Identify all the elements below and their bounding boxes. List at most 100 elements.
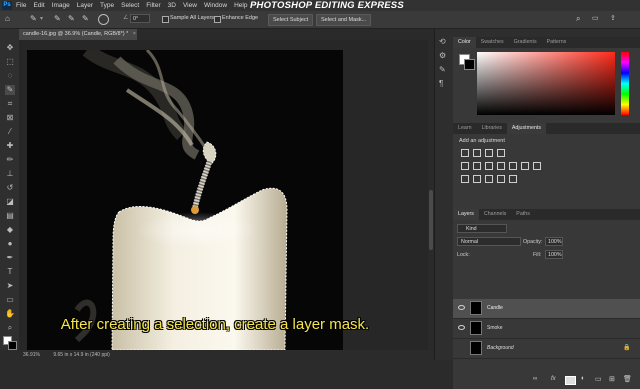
black-white-icon[interactable] — [497, 162, 505, 170]
fill-field[interactable]: 100% — [545, 250, 563, 259]
menu-image[interactable]: Image — [52, 2, 70, 9]
menu-select[interactable]: Select — [121, 2, 139, 9]
selective-color-icon[interactable] — [509, 175, 517, 183]
tab-color[interactable]: Color — [453, 37, 476, 48]
brush-settings-icon[interactable]: ✎ — [439, 65, 446, 74]
photo-filter-icon[interactable] — [509, 162, 517, 170]
background-swatch[interactable] — [464, 59, 475, 70]
tab-patterns[interactable]: Patterns — [542, 37, 572, 48]
blur-tool-icon[interactable]: ◆ — [5, 225, 15, 235]
gradient-map-icon[interactable] — [497, 175, 505, 183]
sample-all-layers-checkbox[interactable] — [162, 16, 169, 23]
exposure-icon[interactable] — [497, 149, 505, 157]
menu-filter[interactable]: Filter — [146, 2, 160, 9]
menu-view[interactable]: View — [183, 2, 197, 9]
eraser-tool-icon[interactable]: ◪ — [5, 197, 15, 207]
threshold-icon[interactable] — [485, 175, 493, 183]
add-to-selection-icon[interactable]: ✎ — [68, 14, 75, 23]
new-layer-icon[interactable]: ⊞ — [609, 375, 615, 383]
color-field[interactable] — [477, 52, 615, 115]
tab-channels[interactable]: Channels — [479, 209, 511, 220]
group-folder-icon[interactable]: ▭ — [595, 375, 602, 383]
blend-mode-select[interactable]: Normal — [457, 237, 521, 246]
menu-edit[interactable]: Edit — [33, 2, 44, 9]
tab-learn[interactable]: Learn — [453, 123, 477, 134]
layer-row-candle[interactable]: Candle — [453, 299, 640, 319]
vibrance-icon[interactable] — [461, 162, 469, 170]
link-layers-icon[interactable]: ∞ — [533, 376, 537, 382]
menu-window[interactable]: Window — [204, 2, 227, 9]
brush-size-icon[interactable] — [98, 14, 109, 25]
brush-tool-icon[interactable]: ✏ — [5, 155, 15, 165]
subtract-selection-icon[interactable]: ✎ — [82, 14, 89, 23]
paragraph-icon[interactable]: ¶ — [439, 79, 443, 88]
fx-button[interactable]: fx — [551, 376, 556, 382]
properties-icon[interactable]: ⚙ — [439, 51, 446, 60]
delete-layer-icon[interactable]: 🗑 — [623, 375, 632, 383]
rectangle-tool-icon[interactable]: ▭ — [5, 295, 15, 305]
visibility-eye-icon[interactable] — [458, 325, 465, 330]
crop-tool-icon[interactable]: ⌗ — [5, 99, 15, 109]
levels-icon[interactable] — [473, 149, 481, 157]
invert-icon[interactable] — [461, 175, 469, 183]
history-icon[interactable]: ⟲ — [439, 37, 446, 46]
enhance-edge-checkbox[interactable] — [214, 16, 221, 23]
color-balance-icon[interactable] — [485, 162, 493, 170]
dodge-tool-icon[interactable]: ● — [5, 239, 15, 249]
gradient-tool-icon[interactable]: ▤ — [5, 211, 15, 221]
menu-type[interactable]: Type — [100, 2, 114, 9]
zoom-level[interactable]: 36.91% — [23, 352, 40, 358]
search-icon[interactable]: ⌕ — [576, 14, 580, 24]
tab-libraries[interactable]: Libraries — [477, 123, 507, 134]
candle-image[interactable] — [27, 50, 343, 350]
path-selection-icon[interactable]: ➤ — [5, 281, 15, 291]
document-tab[interactable]: candle-16.jpg @ 36.9% (Candle, RGB/8*) *… — [19, 29, 137, 40]
marquee-tool-icon[interactable]: ⬚ — [5, 57, 15, 67]
healing-brush-icon[interactable]: ✚ — [5, 141, 15, 151]
workspace-icon[interactable]: ▭ — [592, 14, 599, 22]
menu-layer[interactable]: Layer — [77, 2, 93, 9]
frame-tool-icon[interactable]: ⊠ — [5, 113, 15, 123]
quick-selection-tool-icon[interactable]: ✎ — [5, 85, 15, 95]
background-color-swatch[interactable] — [8, 341, 17, 350]
history-brush-icon[interactable]: ↺ — [5, 183, 15, 193]
home-icon[interactable]: ⌂ — [5, 14, 10, 23]
eyedropper-tool-icon[interactable]: ⁄ — [5, 127, 15, 137]
chevron-down-icon[interactable]: ▾ — [40, 15, 43, 22]
angle-field[interactable]: 0° — [130, 14, 150, 23]
select-and-mask-button[interactable]: Select and Mask... — [316, 14, 372, 26]
layer-row-smoke[interactable]: Smoke — [453, 319, 640, 339]
adjustment-layer-icon[interactable]: ◐ — [581, 375, 585, 382]
quick-selection-tool-icon[interactable]: ✎ — [30, 14, 37, 23]
layer-row-background[interactable]: Background 🔒 — [453, 339, 640, 359]
curves-icon[interactable] — [485, 149, 493, 157]
lasso-tool-icon[interactable]: ◌ — [5, 71, 15, 81]
add-layer-mask-icon[interactable] — [565, 376, 576, 385]
tab-paths[interactable]: Paths — [511, 209, 535, 220]
type-tool-icon[interactable]: T — [5, 267, 15, 277]
visibility-eye-icon[interactable] — [458, 305, 465, 310]
move-tool-icon[interactable]: ✥ — [5, 43, 15, 53]
hue-slider[interactable] — [621, 52, 629, 115]
posterize-icon[interactable] — [473, 175, 481, 183]
tab-swatches[interactable]: Swatches — [476, 37, 509, 48]
layer-filter-select[interactable]: Kind — [457, 224, 507, 233]
brightness-contrast-icon[interactable] — [461, 149, 469, 157]
opacity-field[interactable]: 100% — [545, 237, 563, 246]
channel-mixer-icon[interactable] — [521, 162, 529, 170]
new-selection-icon[interactable]: ✎ — [54, 14, 61, 23]
pen-tool-icon[interactable]: ✒ — [5, 253, 15, 263]
clone-stamp-icon[interactable]: ⊥ — [5, 169, 15, 179]
tab-gradients[interactable]: Gradients — [509, 37, 542, 48]
menu-3d[interactable]: 3D — [168, 2, 176, 9]
color-lookup-icon[interactable] — [533, 162, 541, 170]
photoshop-logo-icon[interactable]: Ps — [2, 1, 12, 10]
tab-adjustments[interactable]: Adjustments — [506, 123, 547, 134]
select-subject-button[interactable]: Select Subject — [268, 14, 314, 26]
menu-file[interactable]: File — [16, 2, 26, 9]
share-icon[interactable]: ⇪ — [610, 14, 616, 22]
tab-layers[interactable]: Layers — [453, 209, 479, 220]
close-icon[interactable]: × — [133, 31, 136, 37]
menu-help[interactable]: Help — [234, 2, 247, 9]
scrollbar-thumb[interactable] — [429, 190, 433, 250]
